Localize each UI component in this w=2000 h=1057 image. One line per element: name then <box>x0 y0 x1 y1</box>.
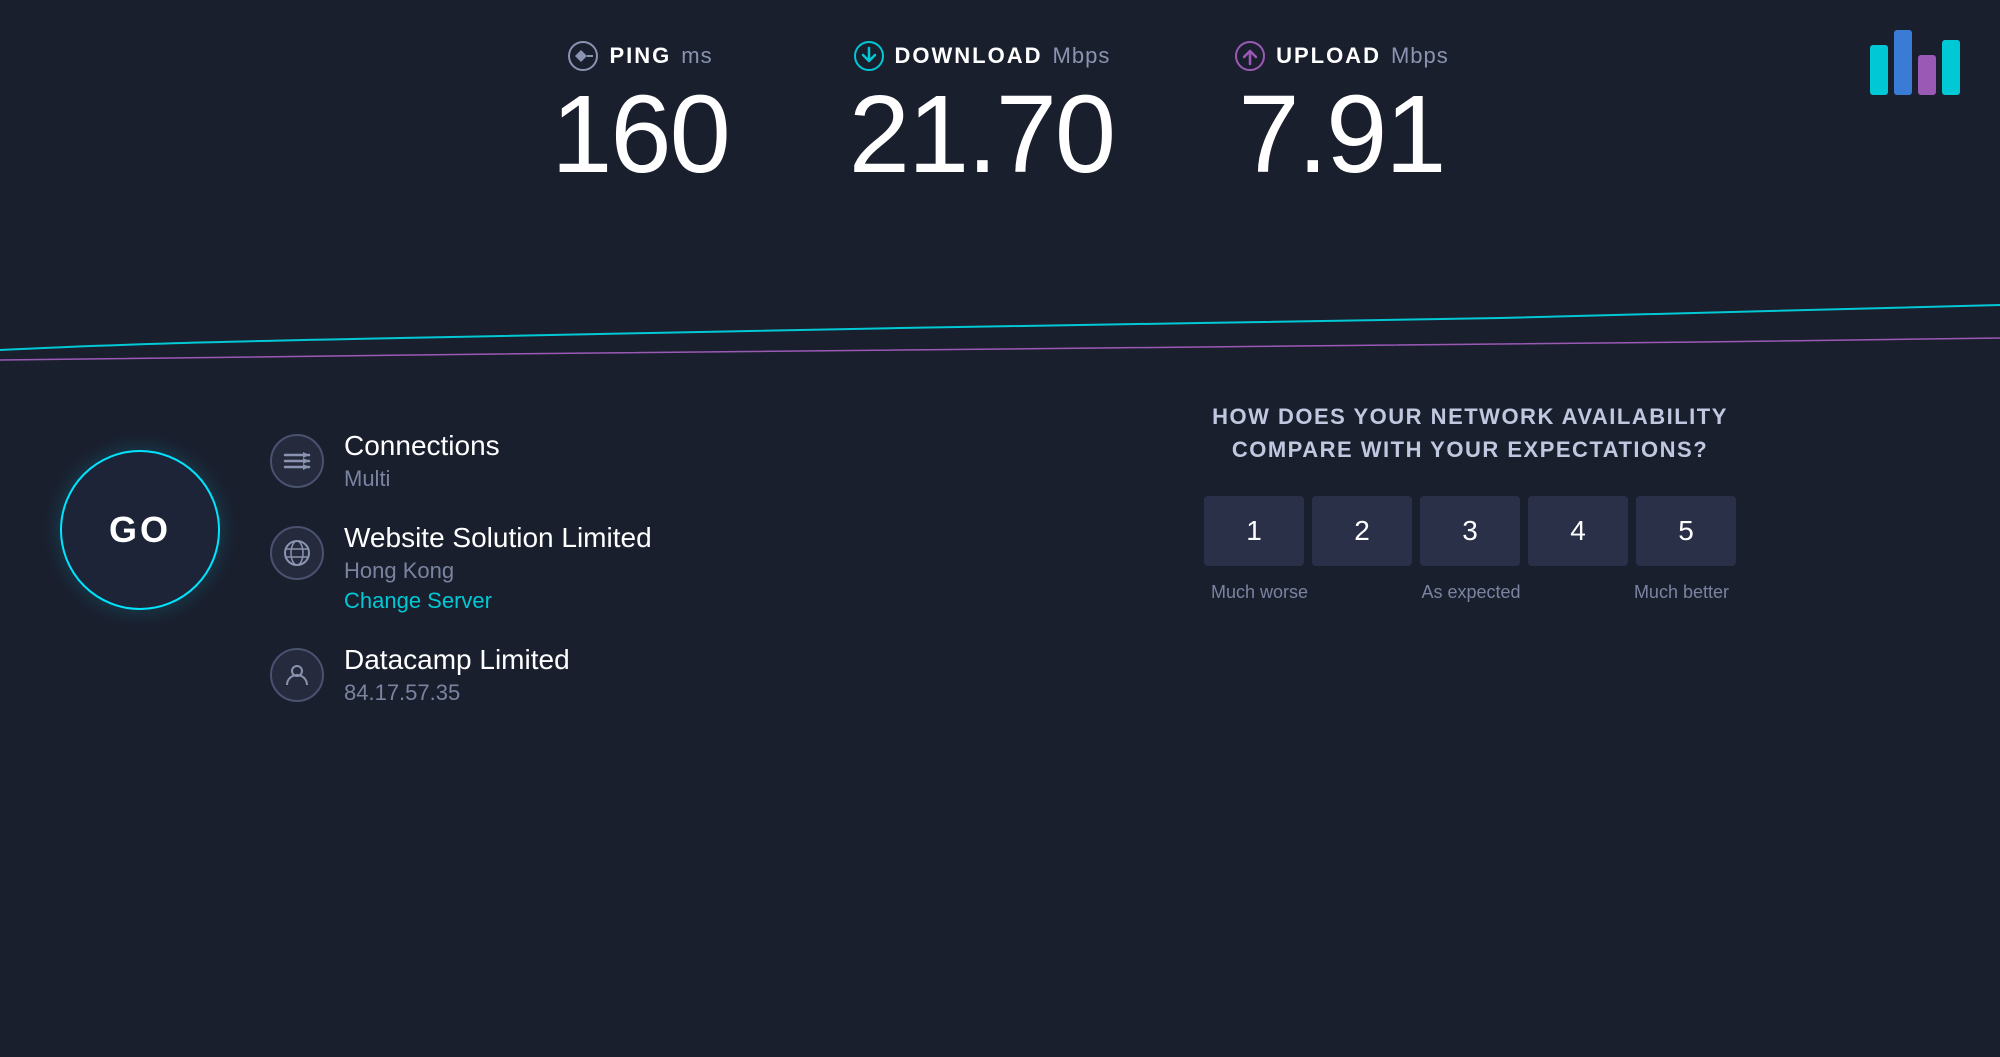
rating-btn-4[interactable]: 4 <box>1528 496 1628 566</box>
change-server-link[interactable]: Change Server <box>344 588 652 614</box>
isp-text: Website Solution Limited Hong Kong Chang… <box>344 522 652 614</box>
user-icon <box>270 648 324 702</box>
ping-stat: PING ms 160 <box>551 40 729 190</box>
rating-label-center: As expected <box>1421 582 1520 603</box>
right-panel: HOW DOES YOUR NETWORK AVAILABILITY COMPA… <box>1000 380 1940 1057</box>
ping-label: PING <box>609 43 671 69</box>
client-ip: 84.17.57.35 <box>344 680 570 706</box>
download-icon <box>853 40 885 72</box>
ping-value: 160 <box>551 80 729 190</box>
logo-bar-1 <box>1870 45 1888 95</box>
rating-labels: Much worse As expected Much better <box>1211 582 1729 603</box>
survey-question: HOW DOES YOUR NETWORK AVAILABILITY COMPA… <box>1170 400 1770 466</box>
go-button[interactable]: GO <box>60 450 220 610</box>
left-panel: GO Connections Multi <box>60 380 1000 1057</box>
stats-header: PING ms 160 DOWNLOAD Mbps 21.70 UPLOAD M… <box>0 0 2000 190</box>
info-panel: Connections Multi Website Solution Limit… <box>270 420 652 706</box>
download-value: 21.70 <box>849 80 1114 190</box>
upload-label: UPLOAD <box>1276 43 1381 69</box>
rating-btn-5[interactable]: 5 <box>1636 496 1736 566</box>
connections-row: Connections Multi <box>270 430 652 492</box>
client-row: Datacamp Limited 84.17.57.35 <box>270 644 652 706</box>
download-unit: Mbps <box>1053 43 1111 69</box>
connections-label: Connections <box>344 430 500 462</box>
ping-icon <box>567 40 599 72</box>
isp-label: Website Solution Limited <box>344 522 652 554</box>
rating-label-right: Much better <box>1634 582 1729 603</box>
download-label: DOWNLOAD <box>895 43 1043 69</box>
logo-bar-3 <box>1918 55 1936 95</box>
connections-value: Multi <box>344 466 500 492</box>
rating-btn-3[interactable]: 3 <box>1420 496 1520 566</box>
upload-icon <box>1234 40 1266 72</box>
logo-bar-4 <box>1942 40 1960 95</box>
logo <box>1870 30 1960 95</box>
connections-text: Connections Multi <box>344 430 500 492</box>
rating-label-left: Much worse <box>1211 582 1308 603</box>
wave-chart <box>0 270 2000 390</box>
logo-bar-2 <box>1894 30 1912 95</box>
rating-btn-2[interactable]: 2 <box>1312 496 1412 566</box>
upload-value: 7.91 <box>1238 80 1444 190</box>
ping-unit: ms <box>681 43 712 69</box>
upload-stat: UPLOAD Mbps 7.91 <box>1234 40 1449 190</box>
rating-buttons: 1 2 3 4 5 <box>1204 496 1736 566</box>
client-text: Datacamp Limited 84.17.57.35 <box>344 644 570 706</box>
isp-location: Hong Kong <box>344 558 652 584</box>
client-label: Datacamp Limited <box>344 644 570 676</box>
upload-unit: Mbps <box>1391 43 1449 69</box>
globe-icon <box>270 526 324 580</box>
go-label: GO <box>109 509 171 551</box>
download-stat: DOWNLOAD Mbps 21.70 <box>849 40 1114 190</box>
rating-btn-1[interactable]: 1 <box>1204 496 1304 566</box>
isp-row: Website Solution Limited Hong Kong Chang… <box>270 522 652 614</box>
connections-icon <box>270 434 324 488</box>
main-content: GO Connections Multi <box>0 380 2000 1057</box>
